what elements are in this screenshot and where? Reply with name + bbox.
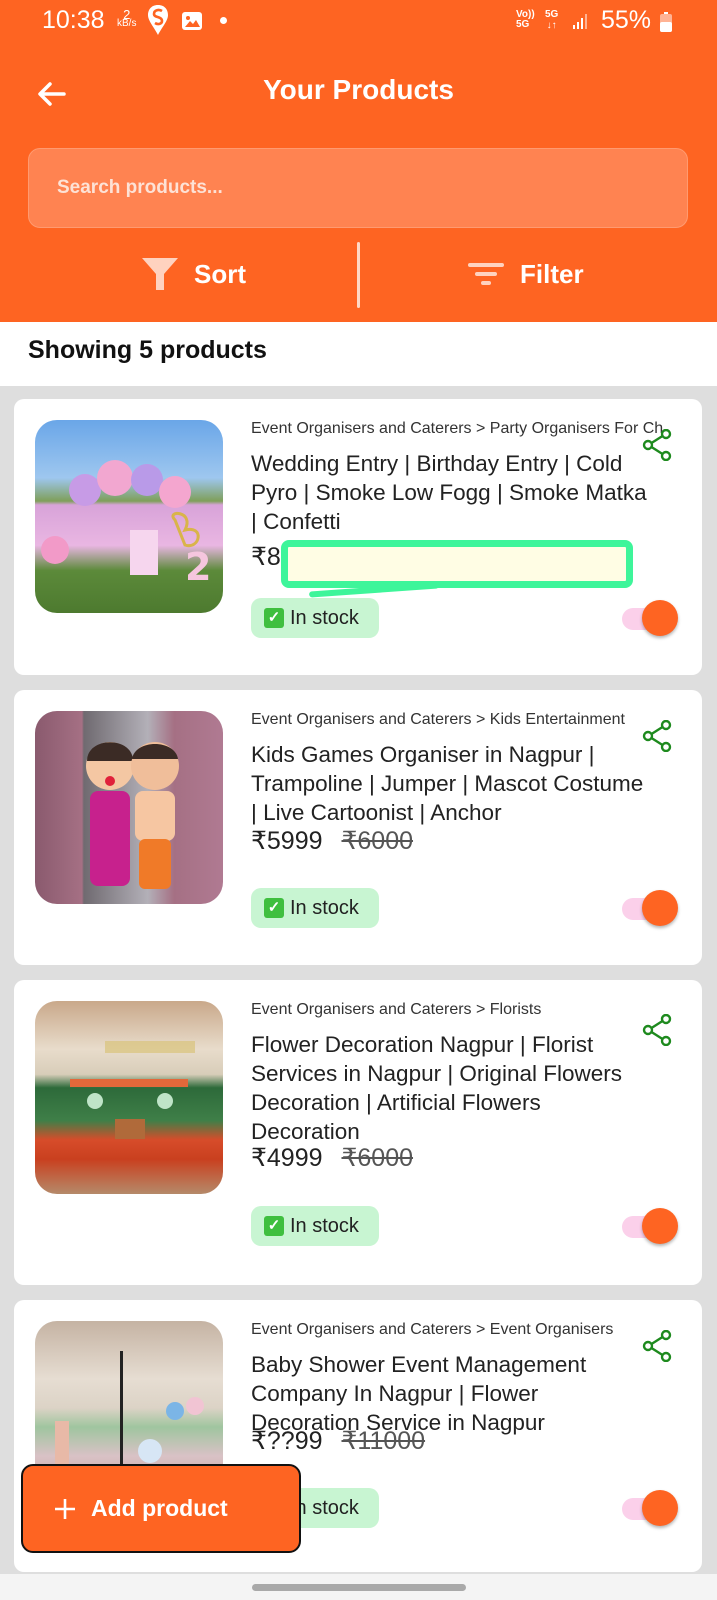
- battery-percent: 55%: [601, 6, 652, 34]
- stock-toggle[interactable]: [622, 1208, 678, 1244]
- stock-label: In stock: [290, 896, 359, 919]
- price-row: ₹??99 ₹11000: [251, 1426, 425, 1456]
- toggle-thumb: [642, 1490, 678, 1526]
- stage-decor-illustration: [70, 1041, 195, 1139]
- results-bar: Showing 5 products: [0, 322, 717, 386]
- stock-toggle[interactable]: [622, 890, 678, 926]
- notification-dot-icon: [220, 17, 227, 24]
- product-price: ₹4999: [251, 1144, 323, 1172]
- product-category: Event Organisers and Caterers > Event Or…: [251, 1321, 614, 1338]
- stock-badge: ✓ In stock: [251, 888, 379, 928]
- home-gesture-handle[interactable]: [252, 1584, 466, 1591]
- search-input[interactable]: [29, 149, 687, 227]
- sort-button[interactable]: Sort: [140, 252, 246, 296]
- product-price: ₹5999: [251, 827, 323, 855]
- stock-badge: ✓ In stock: [251, 1206, 379, 1246]
- stock-label: In stock: [290, 1214, 359, 1237]
- network-type: 5G: [545, 9, 559, 20]
- volte-icon: Vo)) 5G: [516, 9, 535, 30]
- product-mrp: ₹11000: [341, 1427, 426, 1455]
- product-mrp: ₹6000: [341, 827, 414, 855]
- product-title[interactable]: Flower Decoration Nagpur | Florist Servi…: [251, 1030, 651, 1146]
- product-title[interactable]: Wedding Entry | Birthday Entry | Cold Py…: [251, 449, 651, 536]
- balloon-decor-illustration: 2: [41, 460, 211, 589]
- product-mrp: ₹6000: [341, 1144, 414, 1172]
- app-header: 10:38 2 kB/s Vo)) 5G 5G ↓↑ 55% Your Produc…: [0, 0, 717, 322]
- sort-label: Sort: [194, 258, 246, 289]
- product-price: ₹8: [251, 543, 281, 571]
- plus-icon: [55, 1498, 75, 1519]
- product-card[interactable]: Event Organisers and Caterers > Florists…: [14, 980, 702, 1285]
- product-image[interactable]: 2: [35, 420, 223, 613]
- add-product-button[interactable]: Add product: [21, 1464, 301, 1553]
- toggle-thumb: [642, 600, 678, 636]
- product-category: Event Organisers and Caterers > Kids Ent…: [251, 711, 625, 728]
- check-icon: ✓: [264, 898, 284, 918]
- header-divider: [357, 242, 360, 308]
- product-title[interactable]: Baby Shower Event Management Company In …: [251, 1350, 651, 1437]
- price-row: ₹5999 ₹6000: [251, 826, 413, 856]
- stock-toggle[interactable]: [622, 1490, 678, 1526]
- product-image[interactable]: [35, 1001, 223, 1194]
- stock-toggle[interactable]: [622, 600, 678, 636]
- status-time: 10:38: [42, 6, 105, 34]
- product-price: ₹??99: [251, 1427, 323, 1455]
- add-product-label: Add product: [91, 1495, 228, 1521]
- stock-badge: ✓ In stock: [251, 598, 379, 638]
- mascot-illustration: [86, 742, 179, 889]
- price-row: ₹4999 ₹6000: [251, 1143, 413, 1173]
- signal-icon: [573, 14, 587, 29]
- redaction-box: [281, 540, 633, 588]
- filter-button[interactable]: Filter: [466, 252, 584, 296]
- funnel-icon: [142, 258, 178, 290]
- product-image[interactable]: [35, 711, 223, 904]
- check-icon: ✓: [264, 1216, 284, 1236]
- filter-lines-icon: [468, 263, 504, 285]
- check-icon: ✓: [264, 608, 284, 628]
- stock-label: In stock: [290, 606, 359, 629]
- search-box[interactable]: [28, 148, 688, 228]
- swiggy-icon: [148, 5, 168, 35]
- product-title[interactable]: Kids Games Organiser in Nagpur | Trampol…: [251, 740, 651, 827]
- product-category: Event Organisers and Caterers > Party Or…: [251, 420, 664, 437]
- battery-icon: [660, 12, 672, 32]
- gallery-icon: [182, 12, 202, 30]
- product-category: Event Organisers and Caterers > Florists: [251, 1001, 542, 1018]
- product-card[interactable]: Event Organisers and Caterers > Kids Ent…: [14, 690, 702, 965]
- svg-text:2: 2: [185, 545, 211, 589]
- results-count: Showing 5 products: [28, 336, 267, 364]
- network-speed: 2 kB/s: [117, 8, 137, 29]
- system-nav-bar: [0, 1574, 717, 1600]
- filter-label: Filter: [520, 258, 584, 289]
- toggle-thumb: [642, 1208, 678, 1244]
- page-title: Your Products: [263, 74, 454, 105]
- product-card[interactable]: 2 Event Organisers and Caterers > Party …: [14, 399, 702, 675]
- network-speed-unit: kB/s: [117, 18, 137, 29]
- 5g-icon: 5G ↓↑: [545, 9, 559, 31]
- status-bar: 10:38 2 kB/s Vo)) 5G 5G ↓↑ 55%: [0, 0, 717, 44]
- toggle-thumb: [642, 890, 678, 926]
